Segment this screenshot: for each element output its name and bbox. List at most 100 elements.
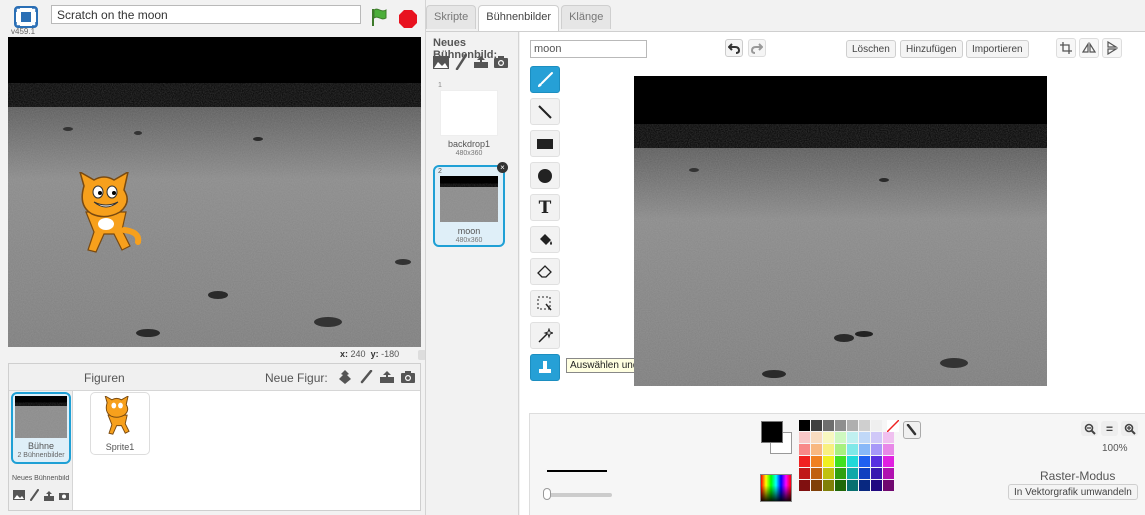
tab-scripts[interactable]: Skripte	[426, 5, 477, 29]
color-swatch[interactable]	[883, 468, 894, 479]
paint-canvas[interactable]	[634, 76, 1047, 386]
color-swatch[interactable]	[811, 456, 822, 467]
color-swatch[interactable]	[859, 480, 870, 491]
color-swatch[interactable]	[799, 420, 810, 431]
stage-thumbnail[interactable]: Bühne 2 Bühnenbilder	[11, 392, 71, 464]
stamp-icon[interactable]	[530, 354, 560, 381]
color-swatch[interactable]	[883, 456, 894, 467]
color-swatch[interactable]	[871, 444, 882, 455]
color-swatch[interactable]	[835, 480, 846, 491]
convert-to-vector-button[interactable]: In Vektorgrafik umwandeln	[1008, 484, 1138, 500]
costume-name-input[interactable]	[530, 40, 647, 58]
color-swatch[interactable]	[859, 432, 870, 443]
color-swatch[interactable]	[871, 420, 882, 431]
crop-icon[interactable]	[1056, 38, 1076, 58]
color-swatch[interactable]	[823, 444, 834, 455]
eyedropper-icon[interactable]	[903, 421, 921, 439]
color-swatch[interactable]	[871, 456, 882, 467]
color-swatch[interactable]	[835, 468, 846, 479]
color-swatch[interactable]	[799, 432, 810, 443]
fill-bucket-icon[interactable]	[530, 226, 560, 253]
brush-tool[interactable]	[530, 66, 560, 93]
color-swatch[interactable]	[871, 432, 882, 443]
stop-icon[interactable]	[398, 9, 418, 29]
flip-horizontal-icon[interactable]	[1079, 38, 1099, 58]
text-tool[interactable]: T	[530, 194, 560, 221]
add-button[interactable]: Hinzufügen	[900, 40, 963, 58]
transparent-color-swatch[interactable]	[887, 420, 899, 432]
color-swatch[interactable]	[859, 468, 870, 479]
magic-wand-icon[interactable]	[530, 322, 560, 349]
color-swatch[interactable]	[811, 468, 822, 479]
zoom-out-icon[interactable]	[1081, 421, 1098, 436]
line-width-slider[interactable]	[545, 493, 612, 497]
camera-icon[interactable]	[400, 369, 416, 385]
import-button[interactable]: Importieren	[966, 40, 1029, 58]
paint-brush-icon[interactable]	[27, 489, 40, 501]
select-icon[interactable]	[530, 290, 560, 317]
color-swatch[interactable]	[847, 444, 858, 455]
scratch-cat-sprite[interactable]	[76, 172, 146, 260]
color-swatch[interactable]	[847, 468, 858, 479]
camera-icon[interactable]	[57, 489, 70, 501]
delete-button[interactable]: Löschen	[846, 40, 896, 58]
color-swatch[interactable]	[883, 480, 894, 491]
undo-icon[interactable]	[725, 39, 743, 57]
color-swatch[interactable]	[799, 468, 810, 479]
upload-icon[interactable]	[42, 489, 55, 501]
color-swatch[interactable]	[835, 432, 846, 443]
line-width-slider-knob[interactable]	[543, 488, 551, 500]
color-swatch[interactable]	[823, 420, 834, 431]
color-swatch[interactable]	[871, 480, 882, 491]
backdrop-library-icon[interactable]	[433, 54, 449, 70]
paint-brush-icon[interactable]	[453, 54, 469, 70]
redo-icon[interactable]	[748, 39, 766, 57]
fullscreen-icon[interactable]	[14, 6, 38, 28]
color-swatch[interactable]	[847, 456, 858, 467]
color-swatch[interactable]	[883, 444, 894, 455]
upload-icon[interactable]	[473, 54, 489, 70]
color-swatch[interactable]	[835, 420, 846, 431]
color-swatch[interactable]	[823, 456, 834, 467]
upload-icon[interactable]	[379, 369, 395, 385]
zoom-reset-icon[interactable]: =	[1101, 421, 1118, 436]
color-swatch[interactable]	[847, 420, 858, 431]
foreground-color-swatch[interactable]	[761, 421, 783, 443]
sprite-library-icon[interactable]	[337, 369, 353, 385]
paint-brush-icon[interactable]	[358, 369, 374, 385]
color-swatch[interactable]	[859, 420, 870, 431]
project-title-input[interactable]	[51, 5, 361, 24]
color-swatch[interactable]	[823, 468, 834, 479]
color-swatch[interactable]	[835, 456, 846, 467]
ellipse-tool[interactable]	[530, 162, 560, 189]
color-swatch[interactable]	[799, 480, 810, 491]
color-swatch[interactable]	[799, 456, 810, 467]
color-spectrum-picker[interactable]	[760, 474, 792, 502]
flip-vertical-icon[interactable]	[1102, 38, 1122, 58]
color-swatch[interactable]	[823, 432, 834, 443]
color-swatch[interactable]	[823, 480, 834, 491]
color-swatch[interactable]	[811, 480, 822, 491]
backdrop-library-icon[interactable]	[12, 489, 25, 501]
stage[interactable]	[8, 37, 421, 347]
line-tool[interactable]	[530, 98, 560, 125]
backdrop-item[interactable]: 1 backdrop1 480x360	[435, 82, 507, 159]
color-swatch[interactable]	[847, 480, 858, 491]
zoom-in-icon[interactable]	[1121, 421, 1138, 436]
color-swatch[interactable]	[871, 468, 882, 479]
tab-backdrops[interactable]: Bühnenbilder	[478, 5, 560, 32]
backdrop-item-selected[interactable]: 2 moon 480x360 ×	[433, 162, 508, 247]
color-swatch[interactable]	[811, 420, 822, 431]
delete-backdrop-icon[interactable]: ×	[497, 162, 508, 173]
color-swatch[interactable]	[883, 432, 894, 443]
rectangle-tool[interactable]	[530, 130, 560, 157]
color-swatch[interactable]	[811, 444, 822, 455]
color-swatch[interactable]	[799, 444, 810, 455]
sprite-thumbnail[interactable]: Sprite1	[90, 392, 150, 455]
green-flag-icon[interactable]	[370, 7, 388, 27]
color-swatch[interactable]	[847, 432, 858, 443]
color-swatch[interactable]	[859, 444, 870, 455]
camera-icon[interactable]	[493, 54, 509, 70]
color-swatch[interactable]	[859, 456, 870, 467]
eraser-icon[interactable]	[530, 258, 560, 285]
